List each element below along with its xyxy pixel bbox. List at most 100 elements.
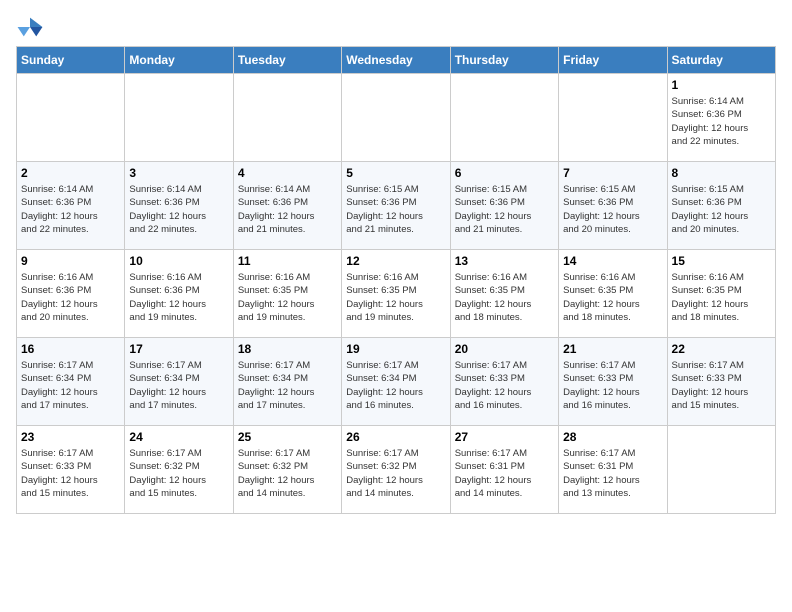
day-header-thursday: Thursday (450, 47, 558, 74)
day-info: Sunrise: 6:16 AM Sunset: 6:36 PM Dayligh… (21, 271, 120, 324)
day-number: 17 (129, 342, 228, 356)
day-info: Sunrise: 6:17 AM Sunset: 6:33 PM Dayligh… (672, 359, 771, 412)
day-number: 28 (563, 430, 662, 444)
day-number: 20 (455, 342, 554, 356)
day-info: Sunrise: 6:17 AM Sunset: 6:33 PM Dayligh… (455, 359, 554, 412)
day-info: Sunrise: 6:15 AM Sunset: 6:36 PM Dayligh… (563, 183, 662, 236)
day-info: Sunrise: 6:14 AM Sunset: 6:36 PM Dayligh… (672, 95, 771, 148)
day-number: 16 (21, 342, 120, 356)
day-number: 27 (455, 430, 554, 444)
day-info: Sunrise: 6:15 AM Sunset: 6:36 PM Dayligh… (346, 183, 445, 236)
day-info: Sunrise: 6:16 AM Sunset: 6:35 PM Dayligh… (346, 271, 445, 324)
day-info: Sunrise: 6:14 AM Sunset: 6:36 PM Dayligh… (238, 183, 337, 236)
day-number: 6 (455, 166, 554, 180)
week-row-2: 2 Sunrise: 6:14 AM Sunset: 6:36 PM Daylig… (17, 162, 776, 250)
day-number: 1 (672, 78, 771, 92)
calendar-cell (342, 74, 450, 162)
day-info: Sunrise: 6:16 AM Sunset: 6:36 PM Dayligh… (129, 271, 228, 324)
day-info: Sunrise: 6:17 AM Sunset: 6:34 PM Dayligh… (129, 359, 228, 412)
calendar-cell: 6Sunrise: 6:15 AM Sunset: 6:36 PM Daylig… (450, 162, 558, 250)
calendar-cell: 19 Sunrise: 6:17 AM Sunset: 6:34 PM Dayli… (342, 338, 450, 426)
day-number: 26 (346, 430, 445, 444)
week-row-5: 23 Sunrise: 6:17 AM Sunset: 6:33 PM Dayli… (17, 426, 776, 514)
page-header (16, 16, 776, 38)
days-header-row: SundayMondayTuesdayWednesdayThursdayFrid… (17, 47, 776, 74)
day-number: 24 (129, 430, 228, 444)
day-info: Sunrise: 6:16 AM Sunset: 6:35 PM Dayligh… (672, 271, 771, 324)
day-header-wednesday: Wednesday (342, 47, 450, 74)
calendar-cell (233, 74, 341, 162)
day-info: Sunrise: 6:17 AM Sunset: 6:31 PM Dayligh… (455, 447, 554, 500)
day-number: 8 (672, 166, 771, 180)
calendar-cell: 16 Sunrise: 6:17 AM Sunset: 6:34 PM Dayli… (17, 338, 125, 426)
calendar-cell (450, 74, 558, 162)
day-number: 21 (563, 342, 662, 356)
day-info: Sunrise: 6:16 AM Sunset: 6:35 PM Dayligh… (238, 271, 337, 324)
day-header-friday: Friday (559, 47, 667, 74)
day-number: 15 (672, 254, 771, 268)
calendar-cell: 8 Sunrise: 6:15 AM Sunset: 6:36 PM Daylig… (667, 162, 775, 250)
calendar-cell: 4 Sunrise: 6:14 AM Sunset: 6:36 PM Daylig… (233, 162, 341, 250)
day-info: Sunrise: 6:17 AM Sunset: 6:31 PM Dayligh… (563, 447, 662, 500)
day-info: Sunrise: 6:17 AM Sunset: 6:32 PM Dayligh… (238, 447, 337, 500)
calendar-cell: 17 Sunrise: 6:17 AM Sunset: 6:34 PM Dayli… (125, 338, 233, 426)
calendar-cell: 21 Sunrise: 6:17 AM Sunset: 6:33 PM Dayli… (559, 338, 667, 426)
day-info: Sunrise: 6:17 AM Sunset: 6:33 PM Dayligh… (563, 359, 662, 412)
day-info: Sunrise: 6:17 AM Sunset: 6:34 PM Dayligh… (21, 359, 120, 412)
logo-icon (16, 16, 44, 38)
calendar-cell: 24 Sunrise: 6:17 AM Sunset: 6:32 PM Dayli… (125, 426, 233, 514)
day-number: 11 (238, 254, 337, 268)
calendar-cell: 1 Sunrise: 6:14 AM Sunset: 6:36 PM Daylig… (667, 74, 775, 162)
day-number: 23 (21, 430, 120, 444)
calendar-cell: 26 Sunrise: 6:17 AM Sunset: 6:32 PM Dayli… (342, 426, 450, 514)
calendar-cell: 5 Sunrise: 6:15 AM Sunset: 6:36 PM Daylig… (342, 162, 450, 250)
day-info: Sunrise: 6:17 AM Sunset: 6:32 PM Dayligh… (129, 447, 228, 500)
day-header-tuesday: Tuesday (233, 47, 341, 74)
day-number: 2 (21, 166, 120, 180)
day-info: Sunrise: 6:14 AM Sunset: 6:36 PM Dayligh… (129, 183, 228, 236)
day-number: 9 (21, 254, 120, 268)
calendar-cell: 9 Sunrise: 6:16 AM Sunset: 6:36 PM Daylig… (17, 250, 125, 338)
logo (16, 16, 48, 38)
calendar-cell (125, 74, 233, 162)
day-number: 12 (346, 254, 445, 268)
calendar-cell: 13 Sunrise: 6:16 AM Sunset: 6:35 PM Dayli… (450, 250, 558, 338)
day-number: 14 (563, 254, 662, 268)
day-number: 5 (346, 166, 445, 180)
week-row-1: 1 Sunrise: 6:14 AM Sunset: 6:36 PM Daylig… (17, 74, 776, 162)
day-number: 4 (238, 166, 337, 180)
calendar-table: SundayMondayTuesdayWednesdayThursdayFrid… (16, 46, 776, 514)
day-info: Sunrise: 6:17 AM Sunset: 6:34 PM Dayligh… (346, 359, 445, 412)
calendar-cell: 12 Sunrise: 6:16 AM Sunset: 6:35 PM Dayli… (342, 250, 450, 338)
day-info: Sunrise: 6:17 AM Sunset: 6:32 PM Dayligh… (346, 447, 445, 500)
day-number: 22 (672, 342, 771, 356)
calendar-cell: 28 Sunrise: 6:17 AM Sunset: 6:31 PM Dayli… (559, 426, 667, 514)
day-info: Sunrise: 6:14 AM Sunset: 6:36 PM Dayligh… (21, 183, 120, 236)
day-number: 25 (238, 430, 337, 444)
day-number: 10 (129, 254, 228, 268)
calendar-cell: 27 Sunrise: 6:17 AM Sunset: 6:31 PM Dayli… (450, 426, 558, 514)
day-header-sunday: Sunday (17, 47, 125, 74)
day-number: 18 (238, 342, 337, 356)
day-info: Sunrise: 6:17 AM Sunset: 6:34 PM Dayligh… (238, 359, 337, 412)
week-row-3: 9 Sunrise: 6:16 AM Sunset: 6:36 PM Daylig… (17, 250, 776, 338)
day-info: Sunrise: 6:16 AM Sunset: 6:35 PM Dayligh… (455, 271, 554, 324)
calendar-cell: 3 Sunrise: 6:14 AM Sunset: 6:36 PM Daylig… (125, 162, 233, 250)
day-number: 19 (346, 342, 445, 356)
calendar-cell: 20 Sunrise: 6:17 AM Sunset: 6:33 PM Dayli… (450, 338, 558, 426)
day-number: 3 (129, 166, 228, 180)
calendar-cell: 2 Sunrise: 6:14 AM Sunset: 6:36 PM Daylig… (17, 162, 125, 250)
day-number: 7 (563, 166, 662, 180)
calendar-cell: 18 Sunrise: 6:17 AM Sunset: 6:34 PM Dayli… (233, 338, 341, 426)
day-number: 13 (455, 254, 554, 268)
calendar-cell (559, 74, 667, 162)
week-row-4: 16 Sunrise: 6:17 AM Sunset: 6:34 PM Dayli… (17, 338, 776, 426)
calendar-cell: 7 Sunrise: 6:15 AM Sunset: 6:36 PM Daylig… (559, 162, 667, 250)
calendar-cell: 14Sunrise: 6:16 AM Sunset: 6:35 PM Dayli… (559, 250, 667, 338)
calendar-cell: 25 Sunrise: 6:17 AM Sunset: 6:32 PM Dayli… (233, 426, 341, 514)
day-info: Sunrise: 6:17 AM Sunset: 6:33 PM Dayligh… (21, 447, 120, 500)
calendar-cell (17, 74, 125, 162)
calendar-cell: 11 Sunrise: 6:16 AM Sunset: 6:35 PM Dayli… (233, 250, 341, 338)
calendar-cell: 15 Sunrise: 6:16 AM Sunset: 6:35 PM Dayli… (667, 250, 775, 338)
day-info: Sunrise: 6:15 AM Sunset: 6:36 PM Dayligh… (672, 183, 771, 236)
